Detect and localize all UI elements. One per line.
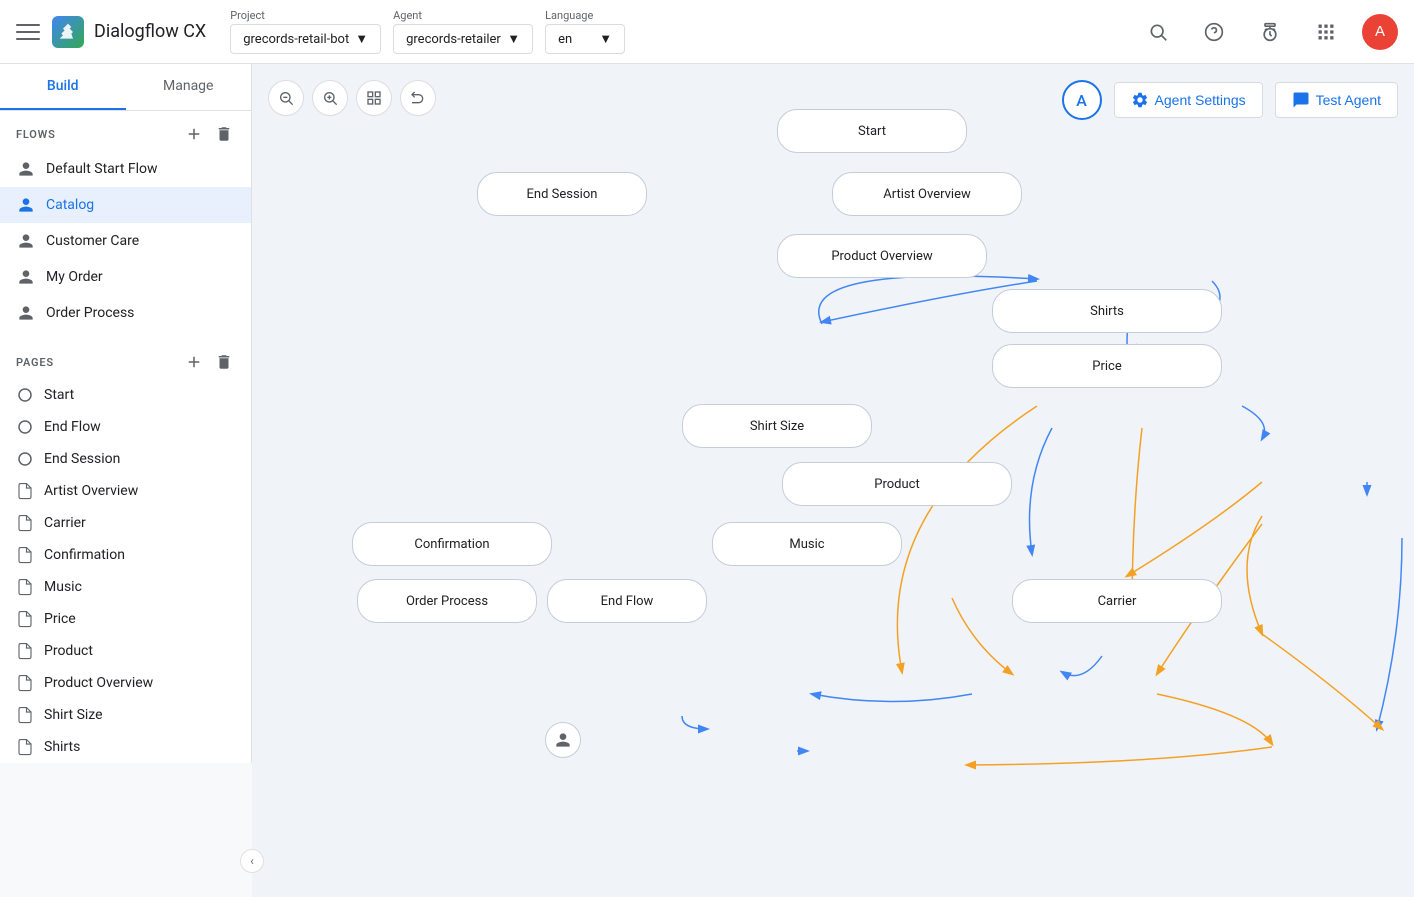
agent-arrow-icon: ▼	[507, 31, 520, 47]
flow-item-catalog[interactable]: Catalog	[0, 187, 251, 223]
flow-node-carrier[interactable]: Carrier	[1012, 579, 1222, 623]
project-value: grecords-retail-bot	[243, 32, 349, 47]
project-arrow-icon: ▼	[355, 31, 368, 47]
main-area: Build Manage FLOWS Default Star	[0, 64, 1414, 897]
agent-label: Agent	[393, 9, 533, 22]
language-value: en	[558, 32, 572, 47]
page-item-price[interactable]: Price	[0, 603, 251, 635]
flow-item-order-process[interactable]: Order Process	[0, 295, 251, 331]
agent-dropdown-group: Agent grecords-retailer ▼	[393, 9, 533, 54]
timer-button[interactable]	[1250, 12, 1290, 52]
delete-flow-button[interactable]	[213, 123, 235, 145]
search-button[interactable]	[1138, 12, 1178, 52]
logo-area: Dialogflow CX	[52, 16, 206, 48]
flows-section-header: FLOWS	[0, 111, 251, 151]
pages-section-header: PAGES	[0, 339, 251, 379]
flow-item-my-order[interactable]: My Order	[0, 259, 251, 295]
language-dropdown[interactable]: en ▼	[545, 24, 625, 54]
page-item-artist-overview[interactable]: Artist Overview	[0, 475, 251, 507]
pages-label: PAGES	[16, 356, 54, 369]
zoom-in-button[interactable]	[312, 80, 348, 116]
flow-node-end-flow[interactable]: End Flow	[547, 579, 707, 623]
agent-node[interactable]	[545, 722, 581, 758]
project-dropdown-group: Project grecords-retail-bot ▼	[230, 9, 381, 54]
add-flow-button[interactable]	[183, 123, 205, 145]
pages-list: StartEnd FlowEnd SessionArtist OverviewC…	[0, 379, 251, 763]
app-logo-icon	[52, 16, 84, 48]
agent-avatar-circle[interactable]: A	[1062, 80, 1102, 120]
language-dropdown-group: Language en ▼	[545, 9, 625, 54]
nav-icons: A	[1138, 12, 1398, 52]
flow-node-product-overview[interactable]: Product Overview	[777, 234, 987, 278]
flow-item-default-start-flow[interactable]: Default Start Flow	[0, 151, 251, 187]
flow-node-artist-overview[interactable]: Artist Overview	[832, 172, 1022, 216]
page-item-start[interactable]: Start	[0, 379, 251, 411]
agent-settings-label: Agent Settings	[1155, 92, 1246, 108]
flow-node-start[interactable]: Start	[777, 109, 967, 153]
add-page-button[interactable]	[183, 351, 205, 373]
canvas-area[interactable]: A Agent Settings Test Agent	[252, 64, 1414, 897]
flow-node-order-process[interactable]: Order Process	[357, 579, 537, 623]
flows-list: Default Start Flow Catalog Customer Care…	[0, 151, 251, 331]
flow-node-product[interactable]: Product	[782, 462, 1012, 506]
test-agent-label: Test Agent	[1316, 92, 1381, 108]
sidebar-wrapper: Build Manage FLOWS Default Star	[0, 64, 252, 897]
page-item-confirmation[interactable]: Confirmation	[0, 539, 251, 571]
flow-node-price[interactable]: Price	[992, 344, 1222, 388]
sidebar-collapse-button[interactable]: ‹	[240, 849, 264, 873]
flows-actions	[183, 123, 235, 145]
flow-node-music[interactable]: Music	[712, 522, 902, 566]
top-navbar: Dialogflow CX Project grecords-retail-bo…	[0, 0, 1414, 64]
tab-build[interactable]: Build	[0, 64, 126, 110]
project-dropdown[interactable]: grecords-retail-bot ▼	[230, 24, 381, 54]
app-title: Dialogflow CX	[94, 21, 206, 42]
canvas-top-right: A Agent Settings Test Agent	[1062, 80, 1398, 120]
apps-button[interactable]	[1306, 12, 1346, 52]
tab-manage[interactable]: Manage	[126, 64, 252, 110]
fit-view-button[interactable]	[356, 80, 392, 116]
sidebar: Build Manage FLOWS Default Star	[0, 64, 252, 763]
project-label: Project	[230, 9, 381, 22]
nav-dropdowns: Project grecords-retail-bot ▼ Agent grec…	[230, 9, 625, 54]
user-avatar-button[interactable]: A	[1362, 14, 1398, 50]
flows-label: FLOWS	[16, 128, 56, 141]
hamburger-menu[interactable]	[16, 20, 40, 44]
test-agent-button[interactable]: Test Agent	[1275, 82, 1398, 118]
page-item-product[interactable]: Product	[0, 635, 251, 667]
page-item-end-flow[interactable]: End Flow	[0, 411, 251, 443]
agent-value: grecords-retailer	[406, 32, 501, 47]
zoom-out-button[interactable]	[268, 80, 304, 116]
sidebar-tabs: Build Manage	[0, 64, 251, 111]
flow-node-end-session[interactable]: End Session	[477, 172, 647, 216]
undo-button[interactable]	[400, 80, 436, 116]
pages-actions	[183, 351, 235, 373]
language-label: Language	[545, 9, 625, 22]
flow-item-customer-care[interactable]: Customer Care	[0, 223, 251, 259]
page-item-music[interactable]: Music	[0, 571, 251, 603]
page-item-shirt-size[interactable]: Shirt Size	[0, 699, 251, 731]
language-arrow-icon: ▼	[599, 31, 612, 47]
agent-settings-button[interactable]: Agent Settings	[1114, 82, 1263, 118]
page-item-end-session[interactable]: End Session	[0, 443, 251, 475]
help-button[interactable]	[1194, 12, 1234, 52]
page-item-carrier[interactable]: Carrier	[0, 507, 251, 539]
flow-node-shirt-size[interactable]: Shirt Size	[682, 404, 872, 448]
flow-node-shirts[interactable]: Shirts	[992, 289, 1222, 333]
delete-page-button[interactable]	[213, 351, 235, 373]
agent-dropdown[interactable]: grecords-retailer ▼	[393, 24, 533, 54]
page-item-product-overview[interactable]: Product Overview	[0, 667, 251, 699]
canvas-toolbar	[268, 80, 436, 116]
page-item-shirts[interactable]: Shirts	[0, 731, 251, 763]
flow-node-confirmation[interactable]: Confirmation	[352, 522, 552, 566]
